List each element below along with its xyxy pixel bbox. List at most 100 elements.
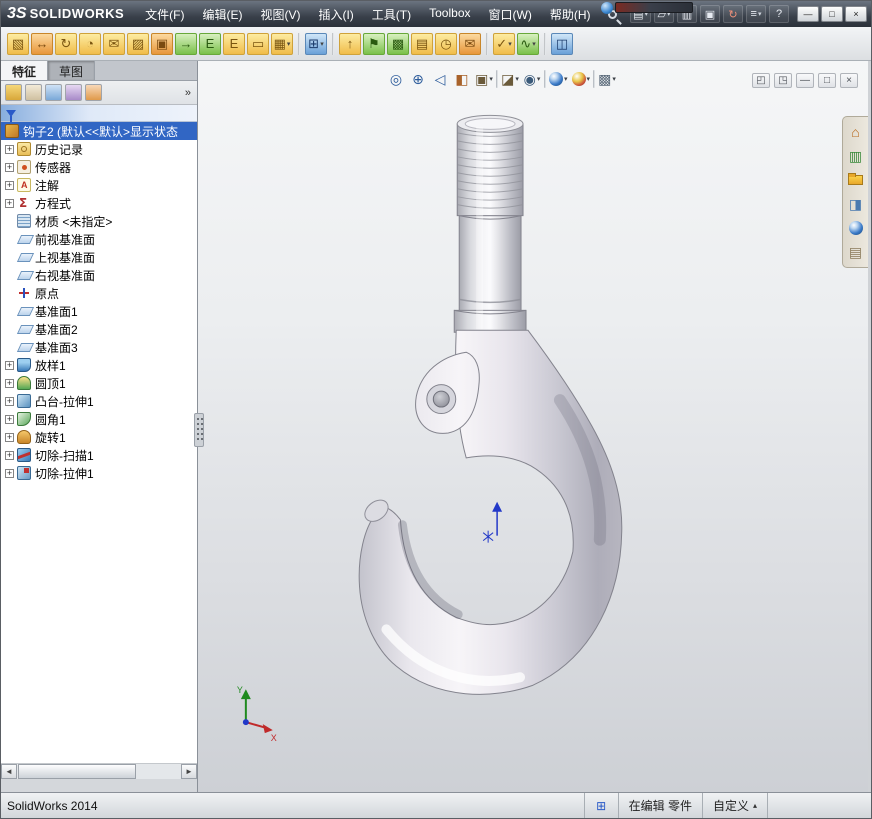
menu-toolbox[interactable]: Toolbox [420,1,479,28]
library-box-icon[interactable]: ▩ ▾ [387,32,409,55]
tree-item-top-plane[interactable]: + 上视基准面 [1,248,197,266]
tree-item-fillet1[interactable]: + 圆角1 [1,410,197,428]
expand-plus-icon[interactable]: + [5,396,14,406]
publish-up-icon[interactable]: ↑ ▾ [339,32,361,55]
doc-close-button[interactable]: × [840,73,858,88]
menu-file[interactable]: 文件(F) [136,1,193,28]
flag-icon[interactable]: ⚑ ▾ [363,32,385,55]
tree-item-origin[interactable]: + 原点 [1,284,197,302]
move-component-icon[interactable]: ↔ ▾ [31,32,53,55]
tree-item-front-plane[interactable]: + 前视基准面 [1,230,197,248]
tree-item-sensors[interactable]: + 传感器 [1,158,197,176]
dot-grid-icon[interactable]: ⊞ ▾ [305,32,327,55]
tree-item-annotations[interactable]: + 注解 [1,176,197,194]
dropdown-arrow-icon[interactable]: ▾ [489,75,493,83]
doc-restore-button[interactable]: □ [818,73,836,88]
tab-features[interactable]: 特征 [1,61,49,80]
propertymanager-tab-icon[interactable] [25,84,42,101]
expand-plus-icon[interactable]: + [5,414,14,424]
options-icon[interactable]: ≡ ▾ [746,5,766,23]
tree-item-right-plane[interactable]: + 右视基准面 [1,266,197,284]
close-button[interactable]: × [845,6,867,22]
expand-plus-icon[interactable]: + [5,432,14,442]
panel-splitter-handle[interactable] [194,413,204,447]
tree-item-cut-extrude1[interactable]: + 切除-拉伸1 [1,464,197,482]
tree-item-boss-extrude1[interactable]: + 凸台-拉伸1 [1,392,197,410]
measure-toggle-icon[interactable]: ◫ ▾ [551,32,573,55]
tree-item-plane1[interactable]: + 基准面1 [1,302,197,320]
dropdown-arrow-icon[interactable]: ▾ [758,10,762,18]
expand-plus-icon[interactable]: + [5,378,14,388]
spring-icon[interactable]: ∿ ▾ [517,32,539,55]
home-icon[interactable]: ⌂ [845,121,867,143]
previous-view-icon[interactable]: ◁ ▾ [430,69,450,89]
envelope-icon[interactable]: ✉ ▾ [103,32,125,55]
menu-view[interactable]: 视图(V) [251,1,309,28]
view-settings-icon[interactable]: ▩ ▾ [597,69,617,89]
appearances-icon[interactable]: ▾ [548,69,569,89]
print-icon[interactable]: ▣ ▾ [700,5,720,23]
check-dropdown-icon[interactable]: ✓ ▾ [493,32,515,55]
tree-item-equations[interactable]: + 方程式 [1,194,197,212]
menu-tools[interactable]: 工具(T) [363,1,420,28]
tab-sketch[interactable]: 草图 [48,61,96,80]
scrollbar-thumb[interactable] [18,764,136,779]
zoom-fit-icon[interactable]: ◎ ▾ [386,69,406,89]
dropdown-arrow-icon[interactable]: ▾ [537,75,541,83]
expand-plus-icon[interactable]: + [5,450,14,460]
graphics-viewport[interactable]: Y X ◎ ▾ ⊕ ▾ ◁ [198,61,868,792]
zoom-area-icon[interactable]: ⊕ ▾ [408,69,428,89]
design-library-icon[interactable]: ▥ [845,145,867,167]
help-icon[interactable]: ? ▾ [769,5,789,23]
tree-item-plane2[interactable]: + 基准面2 [1,320,197,338]
stamp-icon[interactable]: ▣ ▾ [151,32,173,55]
tree-item-material[interactable]: + 材质 <未指定> [1,212,197,230]
hide-show-icon[interactable]: ◉ ▾ [522,69,542,89]
status-up-arrow-icon[interactable]: ▴ [753,801,757,810]
display-style-icon[interactable]: ◪ ▾ [500,69,520,89]
featuremanager-tab-icon[interactable] [5,84,22,101]
dropdown-arrow-icon[interactable]: ▾ [564,75,568,83]
tree-item-loft1[interactable]: + 放样1 [1,356,197,374]
dropdown-arrow-icon[interactable]: ▾ [508,40,512,48]
section-view-icon[interactable]: ◧ ▾ [452,69,472,89]
tree-item-revolve1[interactable]: + 旋转1 [1,428,197,446]
dropdown-arrow-icon[interactable]: ▾ [515,75,519,83]
expand-plus-icon[interactable]: + [5,180,14,190]
hook-model-canvas[interactable]: Y X [198,61,868,792]
color-palette-icon[interactable]: ▧ ▾ [7,32,29,55]
tree-item-dome1[interactable]: + 圆顶1 [1,374,197,392]
expand-plus-icon[interactable]: + [5,144,14,154]
hook-model[interactable] [358,114,623,695]
pane-split-icon[interactable]: ◰ [752,73,770,88]
expand-plus-icon[interactable]: + [5,360,14,370]
scene-icon[interactable]: ▾ [571,69,592,89]
tree-item-part[interactable]: + 钩子2 (默认<<默认>显示状态 [1,122,197,140]
menu-edit[interactable]: 编辑(E) [193,1,251,28]
edrawings-icon[interactable]: E ▾ [199,32,221,55]
panel-horizontal-scrollbar[interactable]: ◄ ► [1,763,197,779]
rebuild-icon[interactable]: ↻ ▾ [723,5,743,23]
mail-send-icon[interactable]: ✉ ▾ [459,32,481,55]
appearances-scenes-icon[interactable] [845,217,867,239]
displaymanager-tab-icon[interactable] [85,84,102,101]
export-arrow-icon[interactable]: → ▾ [175,32,197,55]
expand-plus-icon[interactable]: + [5,468,14,478]
menu-insert[interactable]: 插入(I) [309,1,362,28]
configurationmanager-tab-icon[interactable] [45,84,62,101]
alert-icon[interactable]: ◔ ▾ [79,32,101,55]
custom-properties-icon[interactable]: ▤ [845,241,867,263]
swatch-grid-icon[interactable]: ▦ ▾ [271,32,293,55]
customize-segment[interactable]: 自定义 ▴ [701,793,767,818]
overflow-chevron-icon[interactable]: » [185,87,193,99]
tree-item-history[interactable]: + 历史记录 [1,140,197,158]
pane-full-icon[interactable]: ◳ [774,73,792,88]
maximize-button[interactable]: □ [821,6,843,22]
dimxpertmanager-tab-icon[interactable] [65,84,82,101]
dropdown-arrow-icon[interactable]: ▾ [320,40,324,48]
menu-window[interactable]: 窗口(W) [480,1,541,28]
file-explorer-icon[interactable] [845,169,867,191]
scroll-right-icon[interactable]: ► [181,764,197,779]
tree-item-plane3[interactable]: + 基准面3 [1,338,197,356]
doc-minimize-button[interactable]: — [796,73,814,88]
